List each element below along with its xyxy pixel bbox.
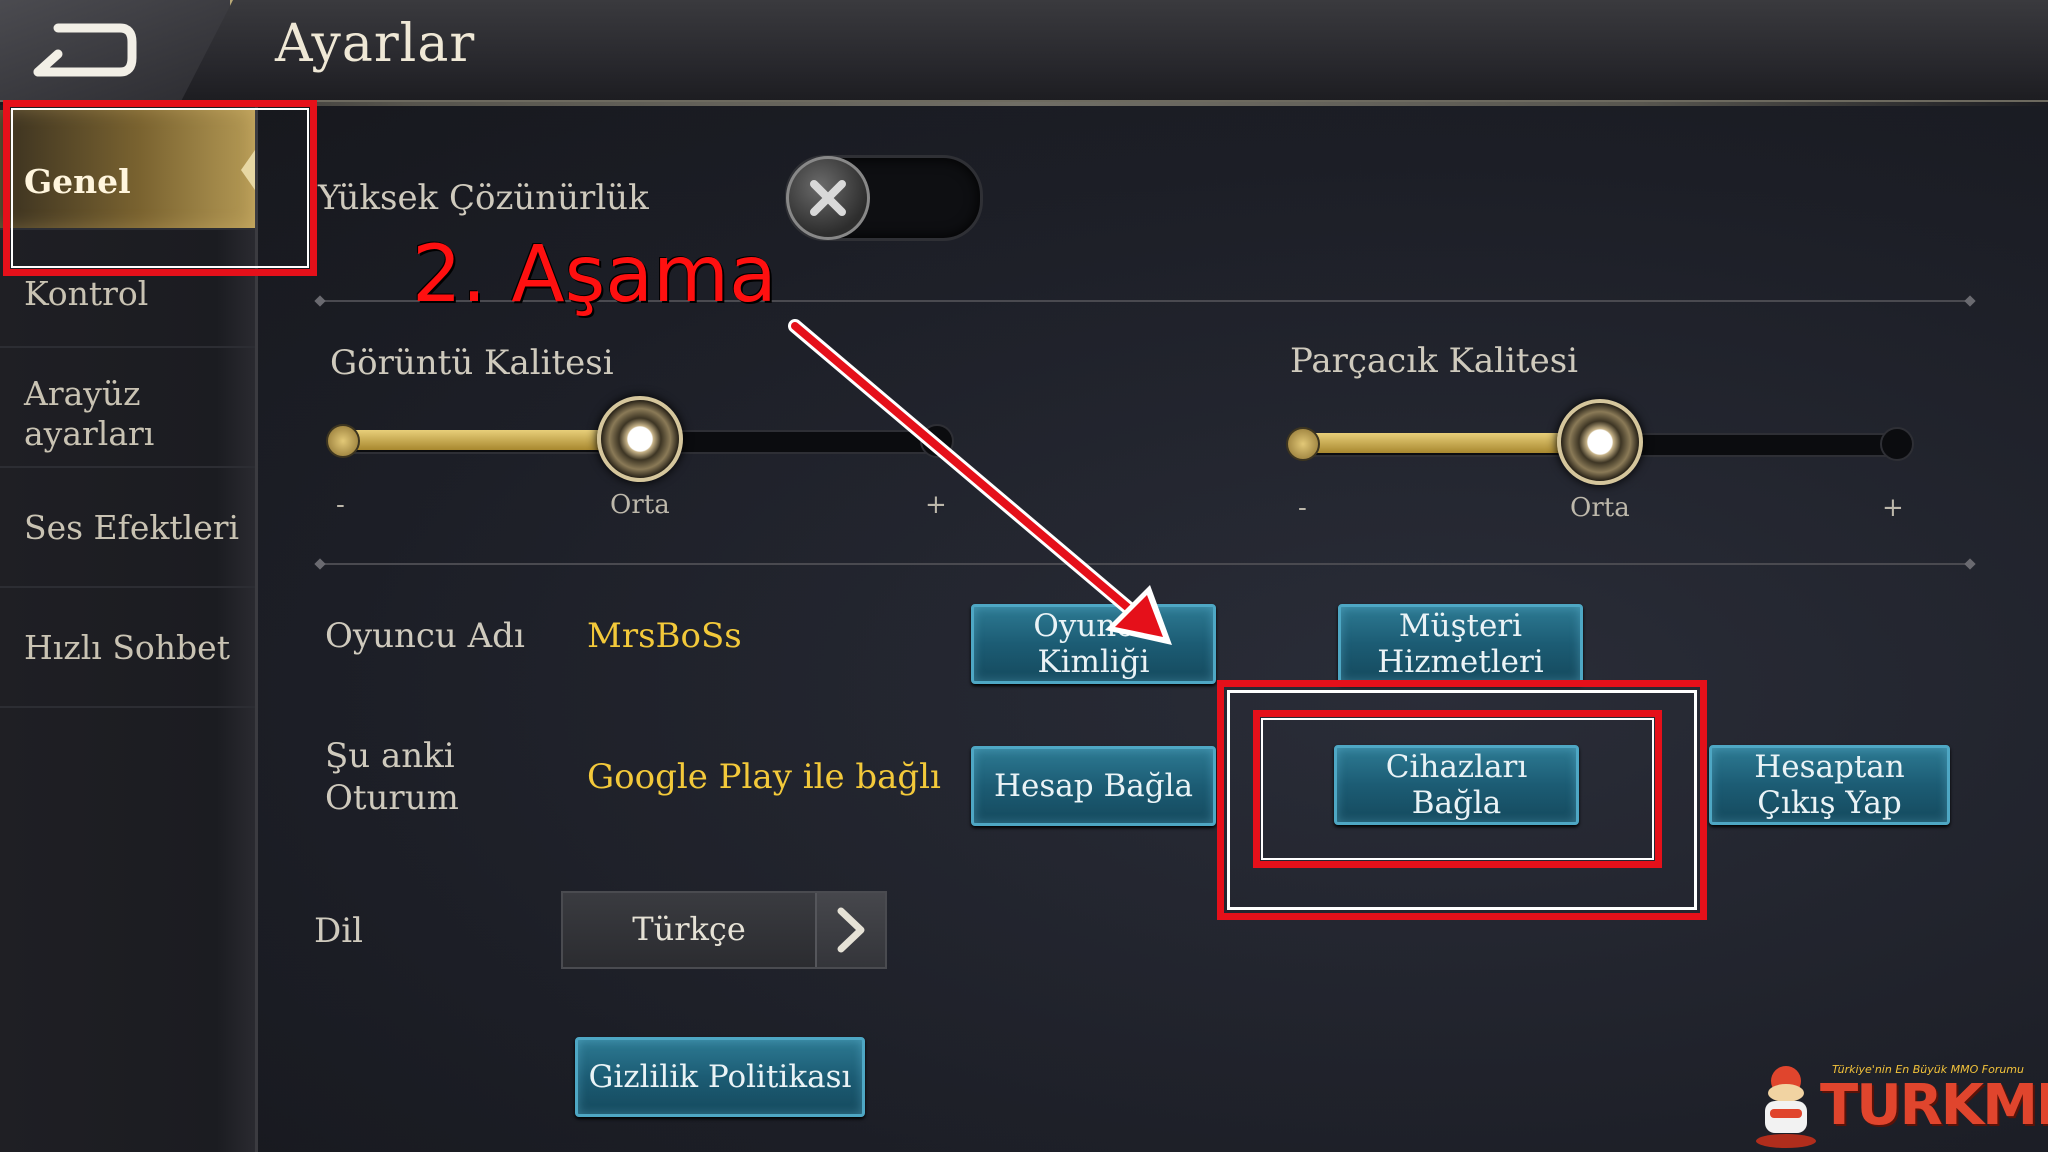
annotation-arrow	[788, 319, 1172, 645]
mascot-icon	[1756, 1066, 1816, 1148]
watermark-brand: TURKMMO	[1820, 1073, 2048, 1138]
turkmmo-watermark: Türkiye'nin En Büyük MMO Forumu TURKMMO	[1742, 1045, 2048, 1152]
